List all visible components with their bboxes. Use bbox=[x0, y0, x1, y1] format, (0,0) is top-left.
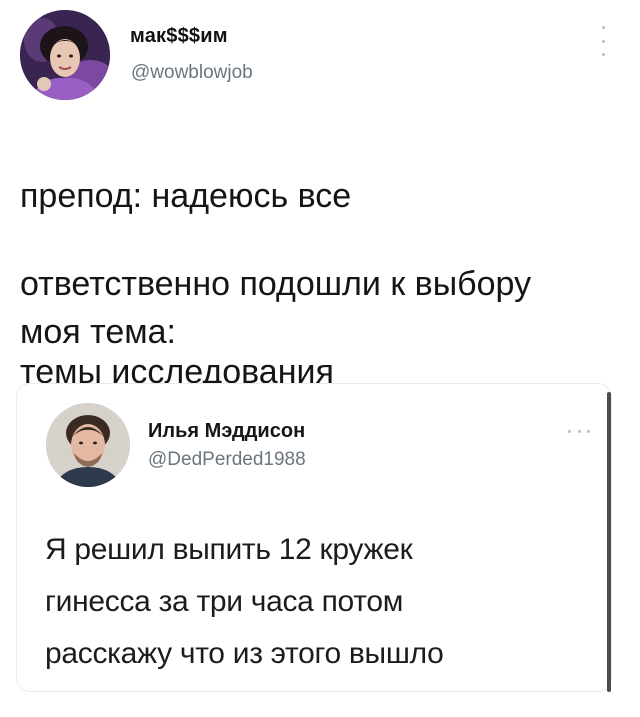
tweet-line: ответственно подошли к выбору bbox=[20, 265, 532, 303]
tweet: мак$$$им @wowblowjob препод: надеюсь все… bbox=[0, 0, 640, 717]
quoted-tweet-edge bbox=[607, 392, 611, 692]
tweet-line: препод: надеюсь все bbox=[20, 177, 352, 215]
quoted-tweet-text: Я решил выпить 12 кружек гинесса за три … bbox=[45, 524, 585, 680]
more-options-icon[interactable] bbox=[596, 26, 610, 56]
quoted-tweet-line: расскажу что из этого вышло bbox=[45, 637, 444, 670]
quoted-author-handle[interactable]: @DedPerded1988 bbox=[148, 449, 306, 471]
quoted-tweet-line: гинесса за три часа потом bbox=[45, 585, 404, 618]
profile-photo-icon bbox=[20, 10, 110, 100]
tweet-followup-text: моя тема: bbox=[20, 313, 176, 351]
profile-photo-icon bbox=[46, 403, 130, 487]
quoted-author-name[interactable]: Илья Мэддисон bbox=[148, 420, 305, 443]
author-handle[interactable]: @wowblowjob bbox=[131, 62, 253, 84]
author-avatar[interactable] bbox=[20, 10, 110, 100]
quoted-author-avatar[interactable] bbox=[46, 403, 130, 487]
author-name[interactable]: мак$$$им bbox=[130, 25, 228, 48]
quoted-more-options-icon[interactable] bbox=[568, 428, 590, 434]
quoted-tweet-line: Я решил выпить 12 кружек bbox=[45, 533, 413, 566]
